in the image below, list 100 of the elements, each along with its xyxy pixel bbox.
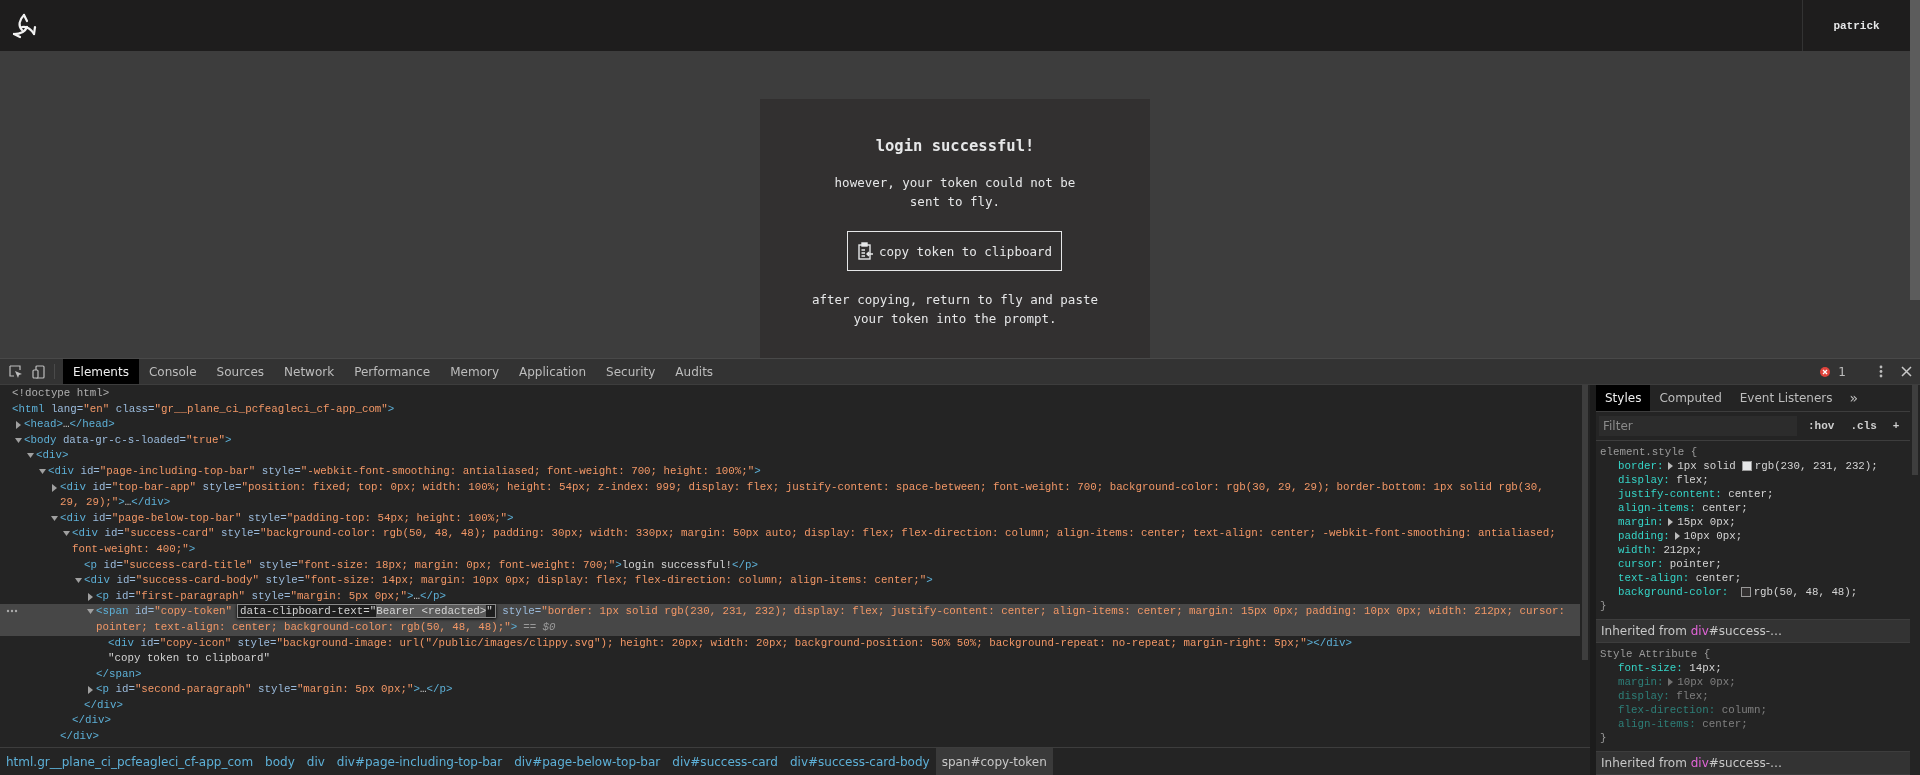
inspect-icon[interactable] (9, 364, 23, 379)
css-value[interactable]: pointer; (1669, 557, 1722, 571)
styles-toolbar-button[interactable]: :hov (1803, 420, 1840, 432)
inherited-id[interactable]: #success-… (1708, 624, 1783, 638)
tree-row[interactable]: <body data-gr-c-s-loaded="true"> (0, 432, 1580, 449)
css-value[interactable]: 212px; (1663, 543, 1703, 557)
css-property[interactable]: margin: (1618, 515, 1664, 529)
css-property[interactable]: text-align: (1618, 571, 1690, 585)
inherited-id[interactable]: #success-… (1708, 756, 1783, 770)
css-value[interactable]: 10px 0px; (1683, 529, 1743, 543)
expand-icon[interactable] (1672, 532, 1681, 540)
tree-row[interactable]: <p id="second-paragraph" style="margin: 5px 0px;">…</p> (0, 682, 1580, 698)
caret-icon[interactable] (14, 436, 24, 445)
tree-row[interactable]: <p id="success-card-title" style="font-size: 18px; margin: 0px; font-weight: 700;">login successful!</p> (0, 557, 1580, 574)
close-icon[interactable] (1901, 366, 1912, 377)
breadcrumb[interactable]: div#page-including-top-bar (330, 748, 509, 775)
devtools-tab[interactable]: Console (138, 359, 207, 384)
devtools-tab[interactable]: Security (596, 359, 666, 384)
devtools-tab[interactable]: Network (274, 359, 345, 384)
scrollbar-thumb[interactable] (1582, 385, 1588, 660)
expand-icon[interactable] (1666, 462, 1675, 470)
tree-row[interactable]: <!doctype html> (0, 386, 1580, 402)
caret-icon[interactable] (38, 467, 48, 476)
breadcrumb[interactable]: div (300, 748, 331, 775)
caret-icon[interactable] (86, 608, 96, 617)
scrollbar-thumb[interactable] (1912, 385, 1918, 475)
devtools-tab[interactable]: Application (509, 359, 597, 384)
inherited-label: Inherited from (1601, 756, 1688, 770)
tree-row[interactable]: </span> (0, 666, 1580, 683)
tree-row[interactable]: </div> (0, 697, 1580, 714)
tree-row[interactable]: <div id="success-card-body" style="font-size: 14px; margin: 10px 0px; display: flex; flex-direction: column; align-items: center;"> (0, 573, 1580, 589)
error-icon[interactable] (1820, 366, 1831, 377)
more-tabs-button[interactable]: » (1841, 385, 1867, 411)
css-value[interactable]: column; (1721, 703, 1768, 717)
more-icon[interactable] (6, 609, 18, 614)
devtools-tab[interactable]: Memory (440, 359, 509, 384)
css-property[interactable]: display: (1618, 473, 1670, 487)
inherited-tag[interactable]: div (1690, 756, 1709, 770)
tree-row[interactable]: <p id="first-paragraph" style="margin: 5px 0px;">…</p> (0, 588, 1580, 605)
styles-tab[interactable]: Styles (1596, 385, 1651, 411)
breadcrumb[interactable]: span#copy-token (935, 748, 1053, 775)
tree-row[interactable]: </div> (0, 713, 1580, 730)
devtools-tab[interactable]: Audits (665, 359, 724, 384)
css-property[interactable]: cursor: (1618, 557, 1664, 571)
copy-token-button[interactable]: copy token to clipboard (847, 231, 1063, 271)
css-value[interactable]: 1px solid (1677, 459, 1736, 473)
styles-toolbar-button[interactable]: + (1887, 420, 1905, 432)
breadcrumb[interactable]: div#success-card (666, 748, 784, 775)
css-property[interactable]: width: (1618, 543, 1657, 557)
css-property[interactable]: padding: (1618, 529, 1670, 543)
css-value[interactable]: center; (1702, 717, 1748, 731)
css-value[interactable]: rgb(230, 231, 232); (1754, 459, 1878, 473)
color-swatch[interactable] (1740, 587, 1751, 597)
tree-row[interactable]: </div> (0, 729, 1580, 745)
tree-row[interactable]: <html lang="en" class="gr__plane_ci_pcfeagleci_cf-app_com"> (0, 401, 1580, 418)
css-value[interactable]: center; (1728, 487, 1774, 501)
breadcrumb[interactable]: div#success-card-body (783, 748, 936, 775)
scrollbar-thumb[interactable] (1910, 0, 1920, 300)
devtools-tab[interactable]: Elements (63, 359, 139, 384)
expand-icon[interactable] (1666, 518, 1675, 526)
css-value[interactable]: 10px 0px; (1677, 675, 1736, 689)
more-options-icon[interactable] (1879, 365, 1883, 378)
breadcrumb[interactable]: body (259, 748, 301, 775)
inherited-tag[interactable]: div (1690, 624, 1709, 638)
css-property[interactable]: font-size: (1618, 661, 1683, 675)
css-value[interactable]: flex; (1676, 473, 1709, 487)
devtools-tab[interactable]: Sources (206, 359, 275, 384)
styles-tab[interactable]: Computed (1650, 385, 1731, 411)
caret-icon[interactable] (26, 452, 36, 461)
color-swatch[interactable] (1741, 461, 1752, 471)
caret-icon[interactable] (62, 530, 72, 539)
css-property[interactable]: justify-content: (1618, 487, 1722, 501)
tree-row[interactable]: "copy token to clipboard" (0, 651, 1580, 667)
css-property[interactable]: border: (1618, 459, 1664, 473)
devtools-tab[interactable]: Performance (344, 359, 441, 384)
tree-row[interactable]: <head>…</head> (0, 417, 1580, 433)
css-value[interactable]: 15px 0px; (1677, 515, 1736, 529)
caret-icon[interactable] (74, 577, 84, 586)
caret-icon[interactable] (50, 514, 60, 523)
css-value[interactable]: 14px; (1689, 661, 1722, 675)
styles-tab[interactable]: Event Listeners (1730, 385, 1842, 411)
css-property[interactable]: background-color: (1618, 585, 1729, 599)
node-markup: </span> (96, 666, 143, 682)
logo[interactable] (10, 11, 38, 40)
node-markup: <div id="success-card" style="background-color: rgb(50, 48, 48); padding: 30px; width: 330px; margin: 50px auto; display: flex; flex-direction: column; align-items: center; text-align: center; -webkit-font-smoothing: antialiased; font-weight: 400;"> (72, 526, 1557, 557)
breadcrumb[interactable]: html.gr__plane_ci_pcfeagleci_cf-app_com (0, 748, 260, 775)
device-icon[interactable] (32, 364, 46, 379)
breadcrumb[interactable]: div#page-below-top-bar (508, 748, 667, 775)
tree-row[interactable]: <div> (0, 448, 1580, 464)
css-value[interactable]: center; (1695, 571, 1742, 585)
tree-row[interactable]: <div id="page-including-top-bar" style="-webkit-font-smoothing: antialiased; font-weight: 700; height: 100%;"> (0, 463, 1580, 480)
tree-row[interactable]: <div id="copy-icon" style="background-image: url("/public/images/clippy.svg"); height: 20px; width: 20px; background-position: 50% 50%; background-repeat: no-repeat; margin-right: 5px;"></div> (0, 635, 1580, 652)
css-value[interactable]: center; (1702, 501, 1748, 515)
tree-row[interactable]: <div id="page-below-top-bar" style="padding-top: 54px; height: 100%;"> (0, 510, 1580, 527)
styles-toolbar-button[interactable]: .cls (1845, 420, 1882, 432)
css-property[interactable]: align-items: (1618, 501, 1696, 515)
css-value[interactable]: flex; (1676, 689, 1709, 703)
css-value[interactable]: rgb(50, 48, 48); (1753, 585, 1858, 599)
filter-field[interactable]: Filter (1599, 416, 1797, 436)
error-count[interactable]: 1 (1838, 364, 1846, 379)
